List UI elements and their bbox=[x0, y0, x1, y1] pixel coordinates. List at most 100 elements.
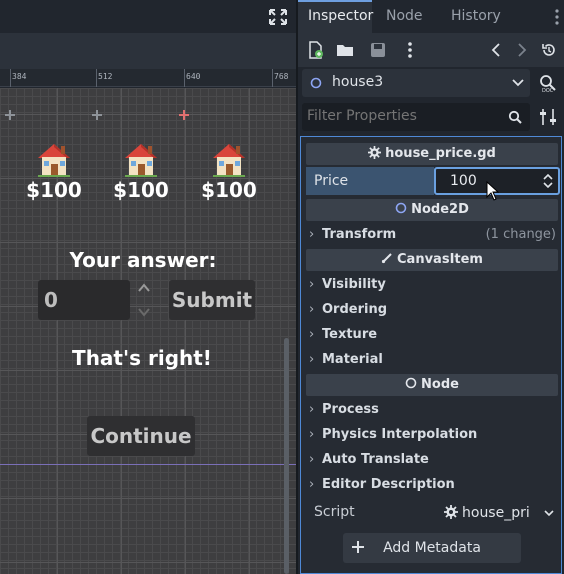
node2d-icon bbox=[395, 202, 407, 214]
inspector-dock: Inspector Node History house3 DOC Filter… bbox=[298, 0, 564, 574]
house-item[interactable]: $100 bbox=[103, 140, 179, 202]
node-section-header[interactable]: Node bbox=[306, 374, 558, 396]
group-label: Ordering bbox=[322, 302, 388, 317]
add-metadata-label: Add Metadata bbox=[383, 540, 481, 556]
result-text: That's right! bbox=[72, 346, 212, 370]
house-item[interactable]: $100 bbox=[16, 140, 92, 202]
gear-icon bbox=[368, 146, 382, 159]
spin-arrows-icon[interactable] bbox=[542, 172, 554, 190]
script-section-title: house_price.gd bbox=[385, 146, 496, 161]
group-material[interactable]: › Material bbox=[306, 349, 558, 371]
open-folder-icon[interactable] bbox=[336, 41, 354, 59]
plus-icon bbox=[352, 541, 364, 553]
inspector-toolbar bbox=[298, 33, 564, 67]
house-icon bbox=[38, 144, 70, 177]
chevron-right-icon: › bbox=[309, 227, 315, 242]
selected-node-marker[interactable] bbox=[179, 110, 189, 120]
tab-node[interactable]: Node bbox=[386, 0, 423, 33]
node2d-icon bbox=[310, 77, 322, 89]
chevron-right-icon: › bbox=[309, 277, 315, 292]
node-marker[interactable] bbox=[92, 110, 102, 120]
scene-canvas[interactable]: $100 $100 $100 Your answer: 0 Submit Tha… bbox=[0, 88, 296, 574]
node2d-section-title: Node2D bbox=[411, 202, 469, 217]
group-transform[interactable]: › Transform (1 change) bbox=[306, 224, 558, 246]
node-path-select[interactable]: house3 bbox=[302, 69, 530, 97]
house-price: $100 bbox=[113, 178, 169, 202]
chevron-right-icon: › bbox=[309, 327, 315, 342]
node-marker[interactable] bbox=[5, 110, 15, 120]
chevron-right-icon: › bbox=[309, 352, 315, 367]
group-label: Physics Interpolation bbox=[322, 427, 478, 442]
ruler-tick: 640 bbox=[186, 72, 201, 81]
chevron-right-icon: › bbox=[309, 427, 315, 442]
documentation-icon[interactable]: DOC bbox=[538, 73, 558, 93]
chevron-right-icon: › bbox=[309, 477, 315, 492]
answer-spinbox[interactable]: 0 bbox=[38, 280, 130, 320]
chevron-down-icon bbox=[512, 79, 524, 87]
group-editor-description[interactable]: › Editor Description bbox=[306, 474, 558, 496]
change-count: (1 change) bbox=[485, 227, 556, 242]
canvasitem-section-title: CanvasItem bbox=[397, 252, 483, 267]
continue-button[interactable]: Continue bbox=[87, 416, 195, 456]
history-forward-icon[interactable] bbox=[512, 41, 530, 59]
group-visibility[interactable]: › Visibility bbox=[306, 274, 558, 296]
kebab-menu-icon[interactable] bbox=[554, 8, 560, 26]
group-label: Transform bbox=[322, 227, 397, 242]
house-item[interactable]: $100 bbox=[191, 140, 267, 202]
script-section-header[interactable]: house_price.gd bbox=[306, 143, 558, 165]
submit-button[interactable]: Submit bbox=[169, 280, 255, 320]
group-label: Auto Translate bbox=[322, 452, 429, 467]
tab-inspector[interactable]: Inspector bbox=[298, 0, 373, 33]
answer-label: Your answer: bbox=[69, 248, 217, 272]
group-texture[interactable]: › Texture bbox=[306, 324, 558, 346]
group-process[interactable]: › Process bbox=[306, 399, 558, 421]
script-label: Script bbox=[314, 504, 355, 520]
new-resource-icon[interactable] bbox=[306, 41, 324, 59]
house-icon bbox=[213, 144, 245, 177]
filter-properties-input[interactable] bbox=[307, 108, 497, 124]
group-label: Texture bbox=[322, 327, 378, 342]
price-value: 100 bbox=[450, 173, 477, 189]
brush-icon bbox=[381, 253, 392, 264]
chevron-down-icon[interactable] bbox=[544, 508, 554, 518]
chevron-right-icon: › bbox=[309, 402, 315, 417]
node-name: house3 bbox=[332, 74, 384, 90]
price-label: Price bbox=[306, 167, 434, 195]
group-label: Editor Description bbox=[322, 477, 455, 492]
history-back-icon[interactable] bbox=[488, 41, 506, 59]
group-ordering[interactable]: › Ordering bbox=[306, 299, 558, 321]
chevron-right-icon: › bbox=[309, 302, 315, 317]
canvasitem-section-header[interactable]: CanvasItem bbox=[306, 249, 558, 271]
search-icon bbox=[508, 110, 522, 124]
ruler-tick: 384 bbox=[12, 72, 27, 81]
spin-arrows-icon[interactable] bbox=[136, 282, 152, 318]
viewport-boundary-line bbox=[0, 464, 296, 465]
canvas-viewport-panel: 384 512 640 768 $100 $100 $100 Your answ… bbox=[0, 0, 296, 574]
vertical-scrollbar[interactable] bbox=[284, 338, 289, 574]
svg-text:DOC: DOC bbox=[542, 88, 554, 93]
group-auto-translate[interactable]: › Auto Translate bbox=[306, 449, 558, 471]
script-property-row: Script house_pri bbox=[306, 499, 558, 527]
viewport-topbar bbox=[0, 0, 296, 33]
property-list: house_price.gd Price 100 Node2D › Transf… bbox=[300, 136, 562, 574]
price-property-row[interactable]: Price 100 bbox=[306, 167, 560, 195]
group-physics-interpolation[interactable]: › Physics Interpolation bbox=[306, 424, 558, 446]
chevron-right-icon: › bbox=[309, 452, 315, 467]
script-resource-picker[interactable]: house_pri bbox=[436, 499, 536, 527]
node2d-section-header[interactable]: Node2D bbox=[306, 199, 558, 221]
house-price: $100 bbox=[26, 178, 82, 202]
node-icon bbox=[405, 377, 417, 389]
save-icon[interactable] bbox=[369, 41, 387, 59]
filter-properties-box[interactable] bbox=[302, 103, 530, 131]
tab-history[interactable]: History bbox=[451, 0, 501, 33]
add-metadata-button[interactable]: Add Metadata bbox=[343, 533, 521, 563]
group-label: Visibility bbox=[322, 277, 386, 292]
tools-icon[interactable] bbox=[538, 107, 558, 127]
fullscreen-icon[interactable] bbox=[268, 8, 288, 26]
mouse-cursor-icon bbox=[486, 181, 500, 201]
more-options-icon[interactable] bbox=[401, 41, 419, 59]
ruler-tick: 768 bbox=[274, 72, 289, 81]
group-label: Material bbox=[322, 352, 383, 367]
house-icon bbox=[125, 144, 157, 177]
object-history-icon[interactable] bbox=[540, 41, 558, 59]
